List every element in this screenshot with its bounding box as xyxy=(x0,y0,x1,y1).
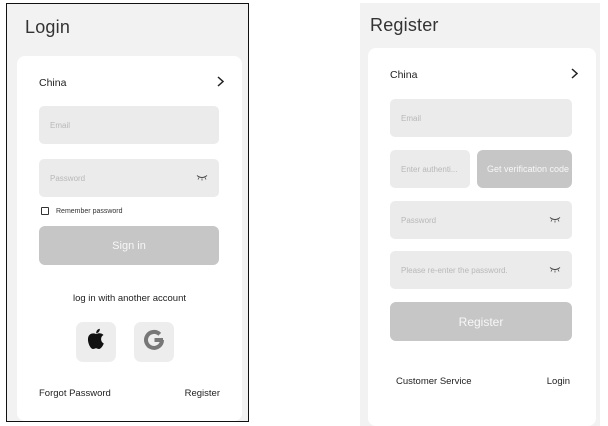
password-field[interactable]: Password xyxy=(390,201,572,239)
alt-login-label: log in with another account xyxy=(72,293,187,304)
login-link[interactable]: Login xyxy=(547,376,570,387)
login-card: China Email Password Remember password S… xyxy=(17,56,242,421)
country-label: China xyxy=(390,68,418,81)
verification-code-field[interactable]: Enter authenti... xyxy=(390,150,470,188)
email-field[interactable]: Email xyxy=(390,99,572,137)
register-title: Register xyxy=(370,15,439,35)
apple-login-button[interactable] xyxy=(76,322,116,362)
eye-closed-icon[interactable] xyxy=(549,266,561,275)
eye-closed-icon[interactable] xyxy=(196,174,208,183)
remember-password-row[interactable]: Remember password xyxy=(41,207,123,215)
login-title: Login xyxy=(25,17,71,37)
confirm-password-placeholder: Please re-enter the password. xyxy=(401,265,508,275)
apple-icon xyxy=(86,328,106,356)
country-label: China xyxy=(39,76,67,89)
country-selector[interactable]: China xyxy=(39,76,225,89)
password-placeholder: Password xyxy=(401,215,437,225)
login-screen: Login China Email Password Remember pass… xyxy=(6,3,249,422)
register-screen: Register China Email Enter authenti... G… xyxy=(360,3,600,426)
customer-service-link[interactable]: Customer Service xyxy=(396,376,472,387)
google-login-button[interactable] xyxy=(134,322,174,362)
get-verification-code-button[interactable]: Get verification code xyxy=(477,150,572,188)
register-button[interactable]: Register xyxy=(390,302,572,341)
forgot-password-link[interactable]: Forgot Password xyxy=(39,388,111,399)
remember-label: Remember password xyxy=(56,207,123,215)
chevron-right-icon xyxy=(571,68,579,81)
password-field[interactable]: Password xyxy=(39,159,219,197)
eye-closed-icon[interactable] xyxy=(549,216,561,225)
sign-in-button[interactable]: Sign in xyxy=(39,226,219,265)
register-card: China Email Enter authenti... Get verifi… xyxy=(368,48,596,426)
confirm-password-field[interactable]: Please re-enter the password. xyxy=(390,251,572,289)
remember-checkbox[interactable] xyxy=(41,207,49,215)
chevron-right-icon xyxy=(217,76,225,89)
google-icon xyxy=(142,328,166,357)
country-selector[interactable]: China xyxy=(390,68,579,81)
register-link[interactable]: Register xyxy=(185,388,220,399)
email-field[interactable]: Email xyxy=(39,106,219,144)
password-placeholder: Password xyxy=(50,173,86,183)
